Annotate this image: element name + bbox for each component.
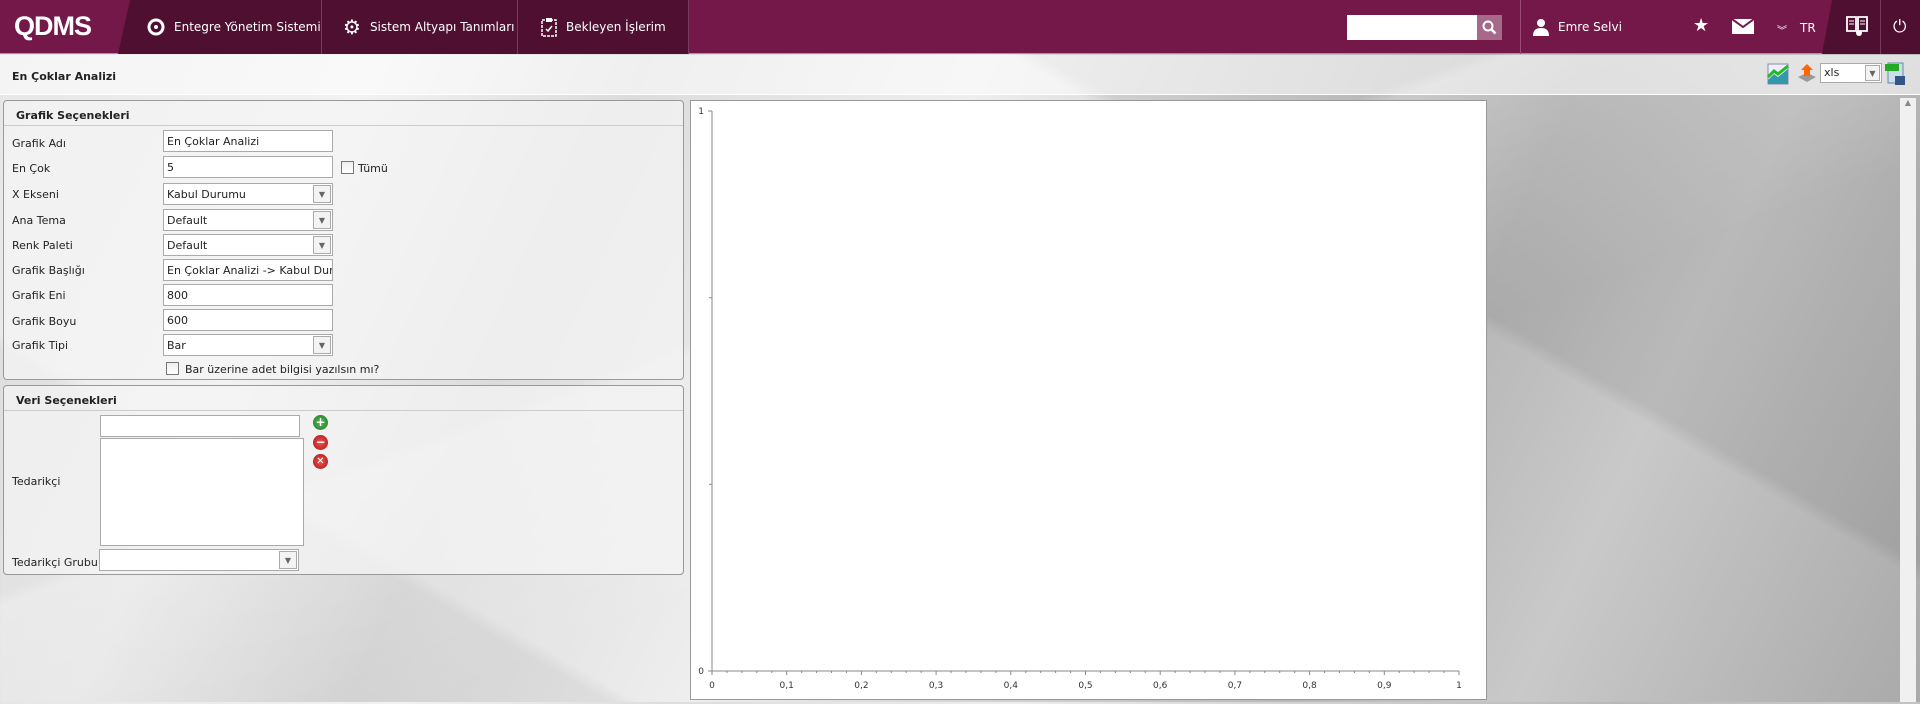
panel-title: Veri Seçenekleri — [4, 386, 683, 411]
search-button[interactable] — [1477, 15, 1502, 40]
nav-bekleyen-islerim[interactable]: Bekleyen İşlerim — [541, 0, 666, 54]
gear-icon: ⚙ — [343, 15, 361, 39]
label-en-cok: En Çok — [12, 162, 51, 175]
chevron-down-icon: ▼ — [313, 336, 331, 354]
x-tick-label: 0,9 — [1377, 681, 1392, 691]
grafik-basligi-input[interactable]: En Çoklar Analizi -> Kabul Durum — [163, 259, 333, 281]
manual-book-icon[interactable] — [1846, 15, 1868, 37]
label-tedarikci-grubu: Tedarikçi Grubu — [12, 556, 98, 569]
veri-options-panel: Veri Seçenekleri Tedarikçi + − ✕ Tedarik… — [3, 385, 684, 575]
export-format-value: xls — [1824, 66, 1840, 79]
star-icon[interactable]: ★ — [1693, 15, 1709, 36]
nav-sistem-altyapi[interactable]: ⚙ Sistem Altyapı Tanımları — [343, 0, 514, 54]
divider — [688, 0, 689, 54]
user-menu[interactable]: Emre Selvi — [1533, 0, 1622, 54]
chevron-down-icon[interactable]: ︾ — [1777, 22, 1787, 37]
export-icon[interactable] — [1796, 62, 1818, 87]
bar-label-checkbox-label: Bar üzerine adet bilgisi yazılsın mı? — [185, 363, 380, 376]
x-tick-label: 1 — [1456, 681, 1462, 691]
grafik-tipi-select[interactable]: Bar ▼ — [163, 334, 333, 356]
en-cok-input[interactable]: 5 — [163, 156, 333, 178]
label-grafik-tipi: Grafik Tipi — [12, 339, 69, 352]
label-grafik-basligi: Grafik Başlığı — [12, 264, 85, 277]
x-tick-label: 0,2 — [854, 681, 868, 691]
chevron-down-icon: ▼ — [313, 185, 331, 203]
nav-label: Entegre Yönetim Sistemi — [174, 20, 321, 34]
label-grafik-eni: Grafik Eni — [12, 289, 66, 302]
scroll-up-icon[interactable]: ▲ — [1900, 98, 1916, 114]
selected-value: Default — [167, 214, 208, 227]
power-icon[interactable]: ⏻ — [1893, 17, 1906, 37]
label-grafik-boyu: Grafik Boyu — [12, 315, 77, 328]
clear-icon[interactable]: ✕ — [313, 454, 328, 469]
chart-svg: 0 1 0 0,1 0,2 0,3 0,4 0,5 0,6 0,7 0,8 0,9 1 — [698, 107, 1462, 691]
xls-save-icon[interactable] — [1885, 62, 1907, 89]
tumu-label: Tümü — [358, 162, 388, 175]
chart-refresh-icon[interactable] — [1766, 63, 1789, 88]
user-name: Emre Selvi — [1558, 20, 1622, 34]
x-ekseni-select[interactable]: Kabul Durumu ▼ — [163, 183, 333, 205]
chevron-down-icon: ▼ — [279, 551, 297, 569]
search-icon — [1482, 20, 1497, 35]
page-title-bar: En Çoklar Analizi xls ▼ — [0, 55, 1920, 95]
clipboard-icon — [541, 17, 557, 37]
chart-panel: 0 1 0 0,1 0,2 0,3 0,4 0,5 0,6 0,7 0,8 0,9 1 — [690, 100, 1487, 700]
y-tick-label: 0 — [698, 667, 704, 677]
x-tick-label: 0,1 — [780, 681, 794, 691]
label-grafik-adi: Grafik Adı — [12, 137, 66, 150]
chevron-down-icon: ▼ — [313, 236, 331, 254]
nav-entegre-yonetim[interactable]: Entegre Yönetim Sistemi — [147, 0, 321, 54]
ana-tema-select[interactable]: Default ▼ — [163, 209, 333, 231]
divider — [321, 0, 322, 54]
tedarikci-grubu-select[interactable]: ▼ — [99, 549, 299, 571]
selected-value: Kabul Durumu — [167, 188, 246, 201]
vertical-scrollbar[interactable]: ▲ — [1900, 98, 1916, 702]
chevron-down-icon: ▼ — [1865, 65, 1880, 81]
grafik-eni-input[interactable]: 800 — [163, 284, 333, 306]
remove-icon[interactable]: − — [313, 435, 328, 450]
renk-paleti-select[interactable]: Default ▼ — [163, 234, 333, 256]
qdms-icon — [147, 18, 165, 36]
divider — [517, 0, 518, 54]
chevron-down-icon: ▼ — [313, 211, 331, 229]
export-format-select[interactable]: xls ▼ — [1820, 63, 1882, 83]
nav-label: Sistem Altyapı Tanımları — [369, 20, 515, 34]
page-title: En Çoklar Analizi — [12, 70, 117, 83]
divider — [1520, 0, 1521, 54]
label-tedarikci: Tedarikçi — [12, 475, 61, 488]
x-tick-label: 0,8 — [1302, 681, 1317, 691]
x-tick-label: 0,7 — [1228, 681, 1242, 691]
qdms-logo[interactable]: QDMS — [14, 11, 92, 42]
label-renk-paleti: Renk Paleti — [12, 239, 73, 252]
language-selector[interactable]: TR — [1800, 21, 1816, 35]
divider — [1880, 0, 1881, 54]
grafik-options-panel: Grafik Seçenekleri Grafik Adı En Çoklar … — [3, 100, 684, 380]
grafik-boyu-input[interactable]: 600 — [163, 309, 333, 331]
selected-value: Bar — [167, 339, 186, 352]
nav-label: Bekleyen İşlerim — [566, 20, 666, 34]
tumu-checkbox[interactable] — [341, 161, 354, 174]
top-navbar: QDMS Entegre Yönetim Sistemi ⚙ Sistem Al… — [0, 0, 1920, 54]
panel-title: Grafik Seçenekleri — [4, 101, 683, 126]
user-icon — [1533, 18, 1549, 36]
tedarikci-list[interactable] — [100, 438, 304, 546]
grafik-adi-input[interactable]: En Çoklar Analizi — [163, 130, 333, 152]
y-tick-label: 1 — [698, 107, 704, 117]
selected-value: Default — [167, 239, 208, 252]
x-tick-label: 0,4 — [1004, 681, 1019, 691]
mail-icon[interactable] — [1732, 19, 1754, 34]
x-tick-label: 0,6 — [1153, 681, 1168, 691]
bar-label-checkbox[interactable] — [166, 362, 179, 375]
add-icon[interactable]: + — [313, 415, 328, 430]
search-input[interactable] — [1347, 15, 1477, 40]
tedarikci-input[interactable] — [100, 415, 300, 437]
label-x-ekseni: X Ekseni — [12, 188, 59, 201]
x-tick-label: 0,3 — [929, 681, 943, 691]
label-ana-tema: Ana Tema — [12, 214, 66, 227]
x-tick-label: 0 — [709, 681, 715, 691]
x-tick-label: 0,5 — [1078, 681, 1092, 691]
